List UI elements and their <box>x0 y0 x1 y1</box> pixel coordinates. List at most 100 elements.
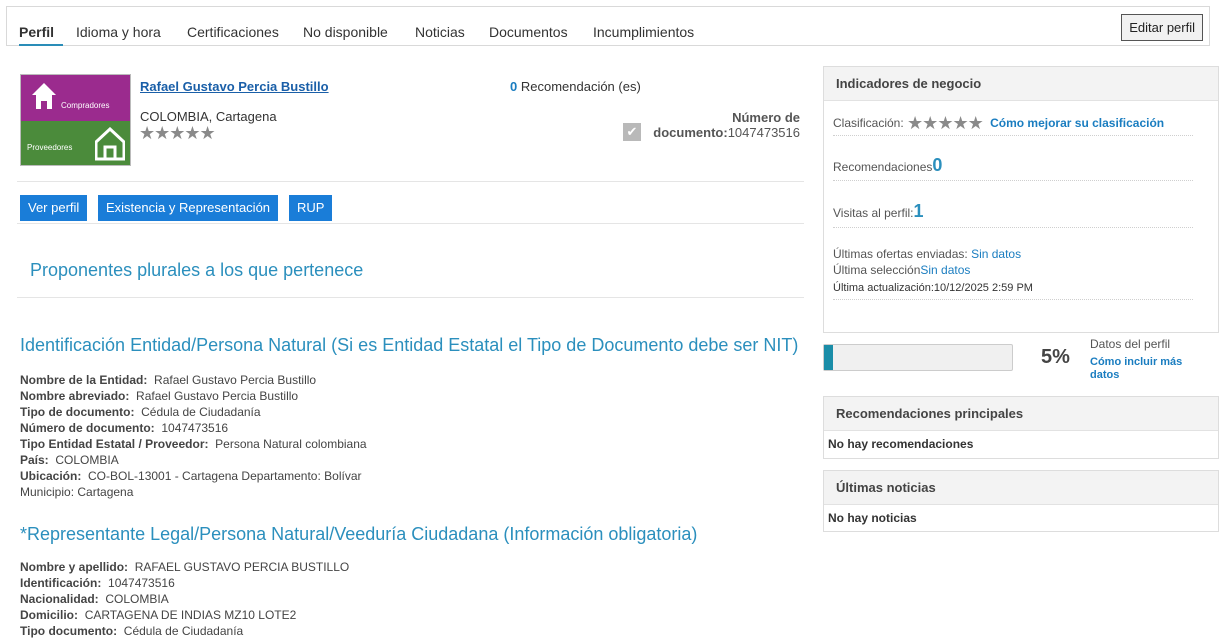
classification-stars: ★★★★★ <box>907 113 984 133</box>
divider <box>833 299 1193 300</box>
representative-fields: Nombre y apellido: RAFAEL GUSTAVO PERCIA… <box>20 559 349 639</box>
verified-check-icon: ✔ <box>623 123 641 141</box>
latest-news-empty: No hay noticias <box>828 511 917 525</box>
document-label-2: documento: <box>653 125 728 140</box>
divider <box>17 181 804 182</box>
recommendations-indicator-value: 0 <box>932 155 943 175</box>
company-logo: Compradores Proveedores <box>20 74 131 166</box>
business-indicators-title: Indicadores de negocio <box>824 67 1218 101</box>
tab-perfil[interactable]: Perfil <box>19 24 54 40</box>
field-row: Domicilio: CARTAGENA DE INDIAS MZ10 LOTE… <box>20 607 349 623</box>
last-selection-value[interactable]: Sin datos <box>920 263 970 277</box>
logo-bottom-band: Proveedores <box>21 121 130 165</box>
field-label: Tipo Entidad Estatal / Proveedor: <box>20 437 209 451</box>
top-recommendations-title: Recomendaciones principales <box>824 397 1218 431</box>
document-number: 1047473516 <box>727 125 800 140</box>
tab-bar: Perfil Idioma y hora Certificaciones No … <box>6 6 1210 46</box>
field-value: CO-BOL-13001 - Cartagena Departamento: B… <box>88 469 362 483</box>
tab-documentos[interactable]: Documentos <box>489 24 568 40</box>
ver-perfil-button[interactable]: Ver perfil <box>20 195 88 221</box>
field-row: Municipio: Cartagena <box>20 484 367 500</box>
identification-section-title: Identificación Entidad/Persona Natural (… <box>20 335 799 355</box>
field-value: Cédula de Ciudadanía <box>123 624 244 638</box>
recommendations-count: 0 Recomendación (es) <box>510 79 641 94</box>
classification-row: Clasificación: ★★★★★ Cómo mejorar su cla… <box>833 113 1164 134</box>
divider <box>17 297 804 298</box>
divider <box>833 180 1193 181</box>
profile-data-title: Datos del perfil <box>1090 337 1171 351</box>
logo-compradores-text: Compradores <box>61 101 110 110</box>
field-value: Rafael Gustavo Percia Bustillo <box>154 373 317 387</box>
field-row: Nombre de la Entidad: Rafael Gustavo Per… <box>20 372 367 388</box>
rup-button[interactable]: RUP <box>289 195 333 221</box>
field-label: Tipo documento: <box>20 624 118 638</box>
logo-proveedores-text: Proveedores <box>27 143 73 152</box>
field-value: RAFAEL GUSTAVO PERCIA BUSTILLO <box>134 560 350 574</box>
field-row: Tipo de documento: Cédula de Ciudadanía <box>20 404 367 420</box>
logo-house-icon-top <box>32 83 56 109</box>
field-value: COLOMBIA <box>105 592 169 606</box>
field-label: País: <box>20 453 49 467</box>
field-value: 1047473516 <box>161 421 229 435</box>
tab-incumplimientos[interactable]: Incumplimientos <box>593 24 694 40</box>
field-label: Nacionalidad: <box>20 592 99 606</box>
document-label-1: Número de <box>732 110 800 125</box>
edit-profile-button[interactable]: Editar perfil <box>1121 14 1203 41</box>
last-offers-value[interactable]: Sin datos <box>971 247 1021 261</box>
profile-name-link[interactable]: Rafael Gustavo Percia Bustillo <box>140 79 329 94</box>
classification-label: Clasificación: <box>833 116 904 130</box>
field-row: Nacionalidad: COLOMBIA <box>20 591 349 607</box>
field-row: Nombre y apellido: RAFAEL GUSTAVO PERCIA… <box>20 559 349 575</box>
profile-completeness-fill <box>824 345 833 370</box>
top-recommendations-panel: Recomendaciones principales No hay recom… <box>823 396 1219 459</box>
field-label: Número de documento: <box>20 421 155 435</box>
latest-news-title: Últimas noticias <box>824 471 1218 505</box>
tab-idioma-y-hora[interactable]: Idioma y hora <box>76 24 161 40</box>
field-label: Ubicación: <box>20 469 82 483</box>
profile-completeness-percent: 5% <box>1041 346 1070 368</box>
representative-section-title: *Representante Legal/Persona Natural/Vee… <box>20 524 698 544</box>
tab-no-disponible[interactable]: No disponible <box>303 24 388 40</box>
visits-value: 1 <box>913 201 924 221</box>
field-row: Tipo documento: Cédula de Ciudadanía <box>20 623 349 639</box>
field-row: Tipo Entidad Estatal / Proveedor: Person… <box>20 436 367 452</box>
logo-house-icon-bottom <box>95 127 125 161</box>
field-row: Identificación: 1047473516 <box>20 575 349 591</box>
field-value: Municipio: Cartagena <box>20 485 134 499</box>
visits-label: Visitas al perfil: <box>833 206 914 220</box>
last-offers-label: Últimas ofertas enviadas: <box>833 247 972 261</box>
recommendations-indicator-label: Recomendaciones <box>833 160 933 174</box>
field-value: Cédula de Ciudadanía <box>141 405 261 419</box>
top-recommendations-empty: No hay recomendaciones <box>828 437 974 451</box>
profile-rating-stars: ★★★★★ <box>139 123 216 143</box>
field-label: Domicilio: <box>20 608 79 622</box>
last-update: Última actualización:10/12/2025 2:59 PM <box>833 282 1033 294</box>
field-row: País: COLOMBIA <box>20 452 367 468</box>
visits-row: Visitas al perfil:1 <box>833 201 924 222</box>
field-value: Persona Natural colombiana <box>215 437 367 451</box>
field-row: Número de documento: 1047473516 <box>20 420 367 436</box>
existencia-representacion-button[interactable]: Existencia y Representación <box>98 195 279 221</box>
document-number-block: Número de documento:1047473516 <box>653 110 800 140</box>
field-label: Nombre y apellido: <box>20 560 129 574</box>
last-offers-row: Últimas ofertas enviadas: Sin datos <box>833 247 1021 261</box>
latest-news-panel: Últimas noticias No hay noticias <box>823 470 1219 532</box>
tab-certificaciones[interactable]: Certificaciones <box>187 24 279 40</box>
field-label: Identificación: <box>20 576 102 590</box>
plural-proponents-title: Proponentes plurales a los que pertenece <box>30 260 364 280</box>
active-tab-indicator <box>19 44 63 46</box>
recommendations-label: Recomendación (es) <box>517 79 641 94</box>
field-value: 1047473516 <box>108 576 175 590</box>
tab-noticias[interactable]: Noticias <box>415 24 465 40</box>
field-label: Nombre de la Entidad: <box>20 373 148 387</box>
profile-completeness-bar <box>823 344 1013 371</box>
last-selection-label: Última selección <box>833 263 921 277</box>
logo-top-band: Compradores <box>21 75 130 121</box>
last-selection-row: Última selecciónSin datos <box>833 263 970 277</box>
recommendations-row: Recomendaciones0 <box>833 155 942 176</box>
include-more-data-link[interactable]: Cómo incluir más datos <box>1090 356 1200 382</box>
divider <box>833 227 1193 228</box>
identification-fields: Nombre de la Entidad: Rafael Gustavo Per… <box>20 372 367 500</box>
improve-classification-link[interactable]: Cómo mejorar su clasificación <box>990 116 1164 130</box>
field-row: Nombre abreviado: Rafael Gustavo Percia … <box>20 388 367 404</box>
